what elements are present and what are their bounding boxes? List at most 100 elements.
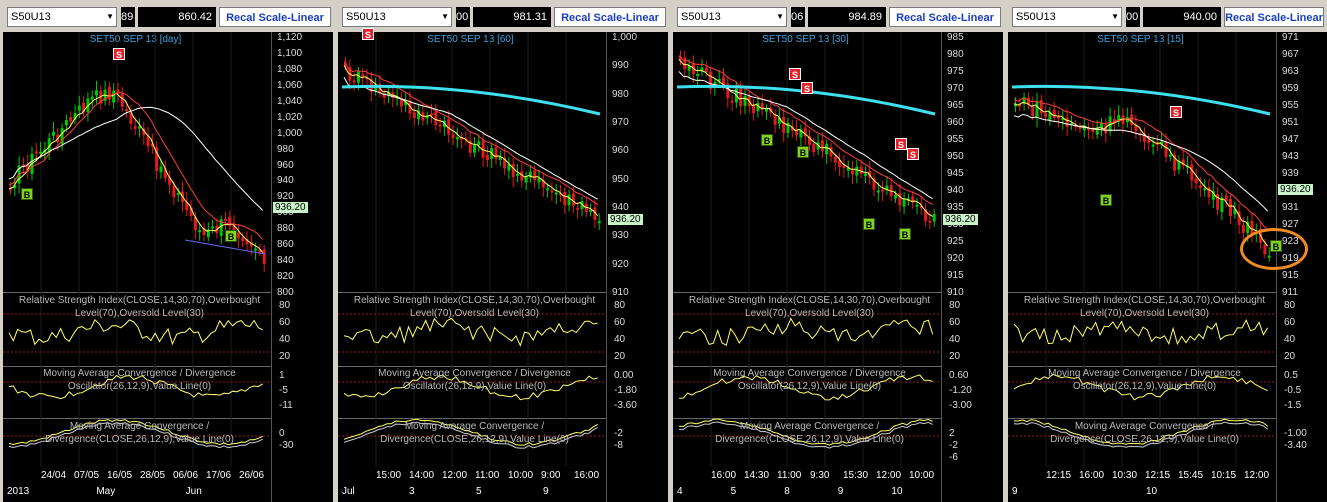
time-axis-month: 4	[677, 486, 683, 497]
rsi-line	[678, 317, 934, 346]
rsi-label: Relative Strength Index(CLOSE,14,30,70),…	[18, 295, 261, 319]
time-axis-label: 12:00	[876, 470, 902, 481]
buy-signal-marker: B	[797, 146, 809, 158]
price-axis-tick: 980	[277, 143, 294, 155]
rsi-axis-tick: 80	[1284, 300, 1296, 311]
buy-signal-marker: B	[225, 230, 237, 242]
candle-body	[812, 143, 816, 153]
candle-body	[198, 230, 202, 233]
time-axis: 24/04 07/05 16/05 28/05 06/06 17/06 26/06 2013 M…	[3, 467, 271, 502]
candle-body	[863, 173, 867, 176]
price-axis-tick: 910	[612, 287, 629, 298]
price-axis-tick: 930	[612, 230, 629, 242]
candle-body	[262, 249, 266, 264]
candle-body	[567, 194, 571, 206]
time-axis-label: 17/06	[206, 470, 232, 481]
symbol-select[interactable]: S50U13 ▼	[1012, 7, 1122, 27]
rsi-axis-tick: 80	[949, 300, 961, 311]
rsi-axis-tick: 60	[949, 317, 961, 328]
price-axis-tick: 940	[277, 175, 294, 187]
candle-body	[911, 196, 915, 203]
candle-body	[876, 190, 880, 193]
recal-scale-button[interactable]: Recal Scale-Linear	[219, 7, 331, 27]
chevron-down-icon[interactable]: ▼	[441, 8, 449, 26]
buy-signal-marker: B	[1100, 194, 1112, 206]
candle-body	[550, 190, 554, 193]
candle-body	[77, 105, 81, 111]
price-axis-tick: 931	[1282, 202, 1299, 213]
candle-body	[107, 86, 111, 100]
time-axis-label: 12:00	[442, 470, 468, 481]
macd-label: Moving Average Convergence / Divergence(…	[45, 421, 234, 445]
rsi-line	[8, 318, 263, 346]
candle-body	[683, 57, 687, 70]
time-axis-label: 16:00	[574, 470, 600, 481]
price-axis-tick: 960	[277, 159, 294, 171]
candle-body	[1044, 113, 1048, 117]
sell-signal-marker: S	[113, 48, 125, 60]
chevron-down-icon[interactable]: ▼	[106, 8, 114, 26]
price-axis-tick: 1,040	[277, 95, 303, 107]
candle-body	[752, 104, 756, 114]
macd-label: Moving Average Convergence / Divergence(…	[380, 421, 569, 445]
candle-body	[546, 188, 550, 191]
price-axis-tick: 1,080	[277, 63, 303, 75]
candle-body	[1194, 178, 1198, 184]
price-axis-tick: 840	[277, 255, 294, 267]
candle-body	[438, 124, 442, 127]
rsi-axis-tick: 60	[279, 317, 291, 328]
candle-body	[494, 147, 498, 159]
rsi-axis-tick: 20	[949, 351, 961, 362]
candle-body	[1198, 185, 1202, 188]
time-axis-label: 16/05	[107, 470, 133, 481]
macd-oscillator-axis-tick: -3.00	[949, 400, 972, 411]
candle-body	[1164, 142, 1168, 158]
recal-scale-button[interactable]: Recal Scale-Linear	[889, 7, 1001, 27]
candle-body	[1168, 154, 1172, 157]
time-axis-label: 06/06	[173, 470, 199, 481]
macd-oscillator-axis-tick: -3.60	[614, 400, 637, 411]
buy-signal-marker: B	[899, 228, 911, 240]
rsi-axis-tick: 40	[949, 334, 961, 345]
price-axis-tick: 915	[947, 270, 964, 281]
candle-body	[241, 237, 245, 242]
chevron-down-icon[interactable]: ▼	[776, 8, 784, 26]
ma-mid-line	[8, 92, 264, 240]
candle-body	[69, 117, 73, 122]
sell-signal-marker: S	[895, 138, 907, 150]
price-axis-tick: 955	[1282, 100, 1299, 111]
candle-body	[773, 114, 777, 125]
recal-scale-button[interactable]: Recal Scale-Linear	[1224, 7, 1324, 27]
time-axis-label: 12:15	[1046, 470, 1072, 481]
candle-body	[133, 126, 137, 129]
symbol-select[interactable]: S50U13 ▼	[677, 7, 787, 27]
macd-axis-tick: -6	[949, 452, 958, 463]
candle-body	[90, 96, 94, 100]
panel-toolbar: S50U13 ▼ 89 860.42 Recal Scale-Linear	[3, 0, 333, 32]
symbol-select[interactable]: S50U13 ▼	[7, 7, 117, 27]
price-field-left: 89	[121, 7, 135, 27]
macd-oscillator-axis-tick: -1.5	[1284, 400, 1302, 411]
last-price-tag: 936.20	[608, 214, 643, 225]
price-axis-tick: 1,000	[612, 32, 638, 43]
candle-body	[236, 232, 240, 238]
rsi-axis-tick: 80	[279, 300, 291, 311]
macd-axis-tick: 0	[279, 428, 285, 439]
time-axis-month: 3	[409, 486, 415, 497]
candle-body	[412, 112, 416, 119]
sell-signal-marker: S	[1170, 106, 1182, 118]
symbol-select[interactable]: S50U13 ▼	[342, 7, 452, 27]
last-price-tag: 936.20	[273, 202, 308, 213]
chevron-down-icon[interactable]: ▼	[1111, 8, 1119, 26]
time-axis-label: 10:00	[508, 470, 534, 481]
time-axis-label: 12:00	[1244, 470, 1270, 481]
candle-body	[704, 67, 708, 73]
macd-oscillator-axis-tick: -0.5	[1284, 385, 1302, 396]
price-axis-tick: 935	[947, 202, 964, 213]
macd-oscillator-axis-tick: -1.80	[614, 385, 637, 396]
macd-oscillator-label: Moving Average Convergence / Divergence …	[43, 368, 236, 392]
ma-slow-line	[8, 106, 264, 211]
candle-body	[451, 134, 455, 138]
chart-panel-1: S50U13 ▼ 89 860.42 Recal Scale-Linear SET50 S…	[3, 0, 333, 502]
recal-scale-button[interactable]: Recal Scale-Linear	[554, 7, 666, 27]
